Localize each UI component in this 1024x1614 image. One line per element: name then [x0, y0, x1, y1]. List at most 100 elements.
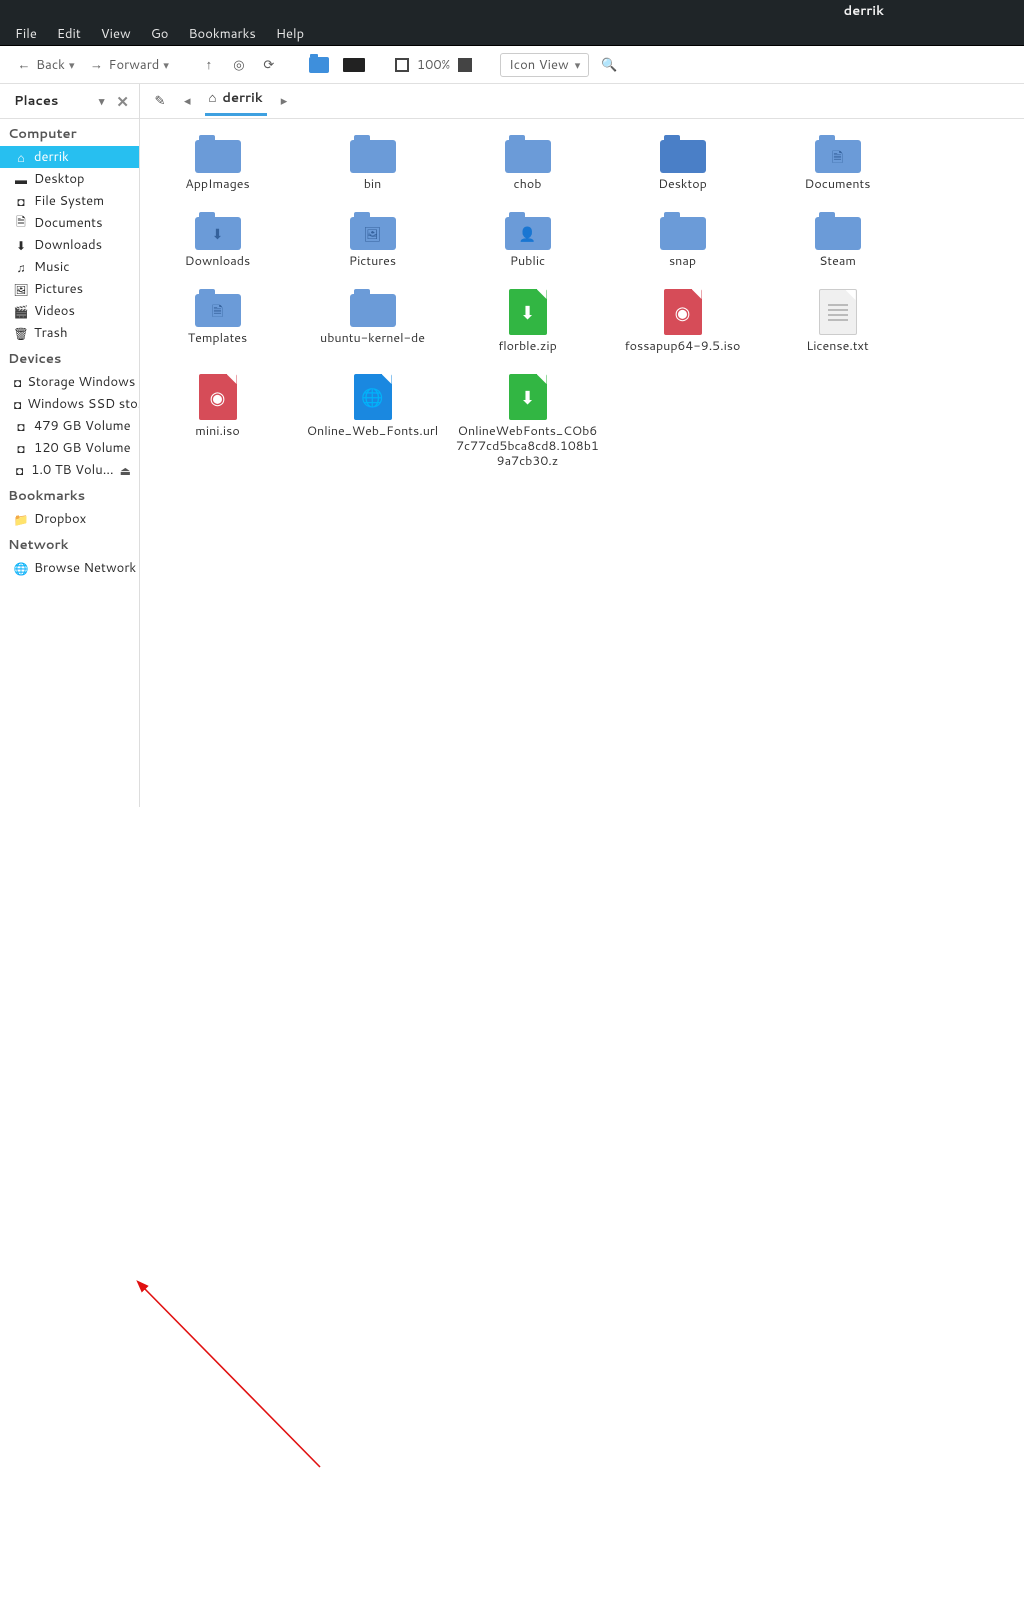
sidebar-item-desktop[interactable]: ▬Desktop — [0, 168, 139, 190]
home-button[interactable] — [307, 54, 331, 76]
file-online-web-fonts-url[interactable]: 🌐 Online_Web_Fonts.url — [295, 370, 450, 485]
sidebar-section-bookmarks: Bookmarks — [0, 481, 139, 508]
menu-help[interactable]: Help — [267, 22, 313, 46]
sidebar-item-label: Music — [34, 258, 70, 276]
location-bar: ✎ ◂ ⌂ derrik ▸ — [140, 84, 1024, 119]
folder-public[interactable]: 👤Public — [450, 208, 605, 285]
menu-file[interactable]: File — [6, 22, 46, 46]
grid-item-label: florble.zip — [498, 339, 557, 354]
sidebar-item-derrik[interactable]: ⌂ derrik — [0, 146, 139, 168]
sidebar-item-label: Documents — [34, 214, 103, 232]
folder-appimages[interactable]: AppImages — [140, 131, 295, 208]
file-florble-zip[interactable]: ⬇florble.zip — [450, 285, 605, 370]
sidebar-close-button[interactable]: ✕ — [116, 91, 129, 112]
window-title: derrik — [844, 2, 884, 20]
folder-chob[interactable]: chob — [450, 131, 605, 208]
menu-bookmarks[interactable]: Bookmarks — [179, 22, 264, 46]
sidebar-item-dropbox[interactable]: 📁Dropbox — [0, 508, 139, 530]
up-button[interactable]: ↑ — [199, 54, 219, 76]
stop-button[interactable]: ◎ — [229, 54, 249, 76]
chevron-down-icon[interactable]: ▾ — [163, 57, 169, 73]
forward-icon: → — [89, 57, 105, 73]
folder-steam[interactable]: Steam — [760, 208, 915, 285]
reload-icon: ⟳ — [261, 57, 277, 73]
sidebar-item-label: Trash — [34, 324, 68, 342]
menu-go[interactable]: Go — [142, 22, 178, 46]
back-icon: ← — [16, 57, 32, 73]
sidebar-item-file-system[interactable]: ◘File System — [0, 190, 139, 212]
home-icon: ⌂ — [209, 89, 217, 107]
folder-ubuntu-kernel-de[interactable]: ubuntu-kernel-de — [295, 285, 450, 370]
sidebar-item-browse-network[interactable]: 🌐Browse Network — [0, 557, 139, 579]
sidebar-item-120-gb-volume[interactable]: ◘120 GB Volume — [0, 437, 139, 459]
sidebar-item-documents[interactable]: 🗎Documents — [0, 212, 139, 234]
folder-icon: 👤 — [505, 212, 551, 250]
disk-icon: ◘ — [14, 463, 25, 477]
file-mini-iso[interactable]: ◉mini.iso — [140, 370, 295, 485]
computer-button[interactable] — [341, 55, 367, 75]
folder-pictures[interactable]: 🖼Pictures — [295, 208, 450, 285]
toolbar: ← Back ▾ → Forward ▾ ↑ ◎ ⟳ 100% Icon Vie… — [0, 46, 1024, 84]
arrow-up-icon: ↑ — [201, 57, 217, 73]
folder-desktop[interactable]: Desktop — [605, 131, 760, 208]
search-button[interactable]: 🔍 — [599, 54, 619, 76]
menubar: FileEditViewGoBookmarksHelp — [0, 22, 1024, 46]
sidebar-item-pictures[interactable]: 🖼Pictures — [0, 278, 139, 300]
folder-snap[interactable]: snap — [605, 208, 760, 285]
sidebar-item-479-gb-volume[interactable]: ◘479 GB Volume — [0, 415, 139, 437]
sidebar-item-storage-windows[interactable]: ◘ Storage Windows — [0, 371, 139, 393]
folder-bin[interactable]: bin — [295, 131, 450, 208]
sidebar-item-1-0-tb-volu-[interactable]: ◘ 1.0 TB Volu… ⏏ — [0, 459, 139, 481]
path-segment-home[interactable]: ⌂ derrik — [205, 87, 267, 116]
sidebar-header: Places ▾ ✕ — [0, 84, 139, 119]
folder-icon — [309, 57, 329, 73]
path-next-button[interactable]: ▸ — [281, 92, 288, 110]
folder-icon: 📁 — [14, 512, 28, 526]
grid-item-label: mini.iso — [195, 424, 239, 439]
search-icon: 🔍 — [601, 57, 617, 73]
disk-icon: ◘ — [14, 375, 21, 389]
folder-downloads[interactable]: ⬇Downloads — [140, 208, 295, 285]
eject-icon[interactable]: ⏏ — [120, 462, 131, 479]
grid-item-label: bin — [364, 177, 382, 192]
sidebar-list: Computer⌂derrik▬Desktop◘File System🗎Docu… — [0, 119, 139, 579]
chevron-down-icon[interactable]: ▾ — [69, 57, 75, 73]
sidebar-item-trash[interactable]: 🗑Trash — [0, 322, 139, 344]
grid-item-label: Online_Web_Fonts.url — [307, 424, 438, 439]
icon-grid[interactable]: AppImages bin chobDesktop🗎Documents ⬇Downlo… — [140, 119, 1024, 485]
sidebar-item-label: File System — [34, 192, 104, 210]
sidebar-item-music[interactable]: ♫Music — [0, 256, 139, 278]
menu-view[interactable]: View — [92, 22, 140, 46]
sidebar-item-label: 1.0 TB Volu… — [31, 461, 114, 479]
back-label: Back — [36, 56, 65, 74]
chevron-down-icon[interactable]: ▾ — [99, 93, 105, 109]
disk-icon: ◘ — [14, 441, 28, 455]
file-onlinewebfonts-cob67c77cd5bca8cd8-108b19a7cb30-z[interactable]: ⬇OnlineWebFonts_COb67c77cd5bca8cd8.108b1… — [450, 370, 605, 485]
view-mode-select[interactable]: Icon View ▾ — [500, 53, 589, 77]
file-fossapup64-9-5-iso[interactable]: ◉fossapup64-9.5.iso — [605, 285, 760, 370]
folder-templates[interactable]: 🗎Templates — [140, 285, 295, 370]
sidebar-item-label: Storage Windows — [27, 373, 135, 391]
zoom-in-button[interactable] — [458, 58, 472, 72]
zoom-out-button[interactable] — [395, 58, 409, 72]
url-file-icon: 🌐 — [354, 374, 392, 420]
path-previous-button[interactable]: ◂ — [184, 92, 191, 110]
reload-button[interactable]: ⟳ — [259, 54, 279, 76]
forward-button[interactable]: → Forward ▾ — [87, 53, 171, 77]
main-pane: ✎ ◂ ⌂ derrik ▸ AppImages bin chobDesktop🗎D… — [140, 84, 1024, 807]
sidebar-item-label: Browse Network — [34, 559, 136, 577]
home-icon: ⌂ — [14, 150, 28, 164]
sidebar-item-windows-ssd-sto-[interactable]: ◘Windows SSD sto… — [0, 393, 139, 415]
folder-documents[interactable]: 🗎Documents — [760, 131, 915, 208]
sidebar-item-label: derrik — [34, 148, 69, 166]
file-license-txt[interactable]: License.txt — [760, 285, 915, 370]
menu-edit[interactable]: Edit — [48, 22, 90, 46]
edit-path-button[interactable]: ✎ — [150, 91, 170, 111]
sidebar-item-videos[interactable]: 🎬Videos — [0, 300, 139, 322]
folder-icon — [660, 212, 706, 250]
grid-item-label: OnlineWebFonts_COb67c77cd5bca8cd8.108b19… — [455, 424, 600, 469]
folder-icon — [350, 135, 396, 173]
back-button[interactable]: ← Back ▾ — [14, 53, 77, 77]
sidebar-item-downloads[interactable]: ⬇Downloads — [0, 234, 139, 256]
folder-icon — [350, 289, 396, 327]
